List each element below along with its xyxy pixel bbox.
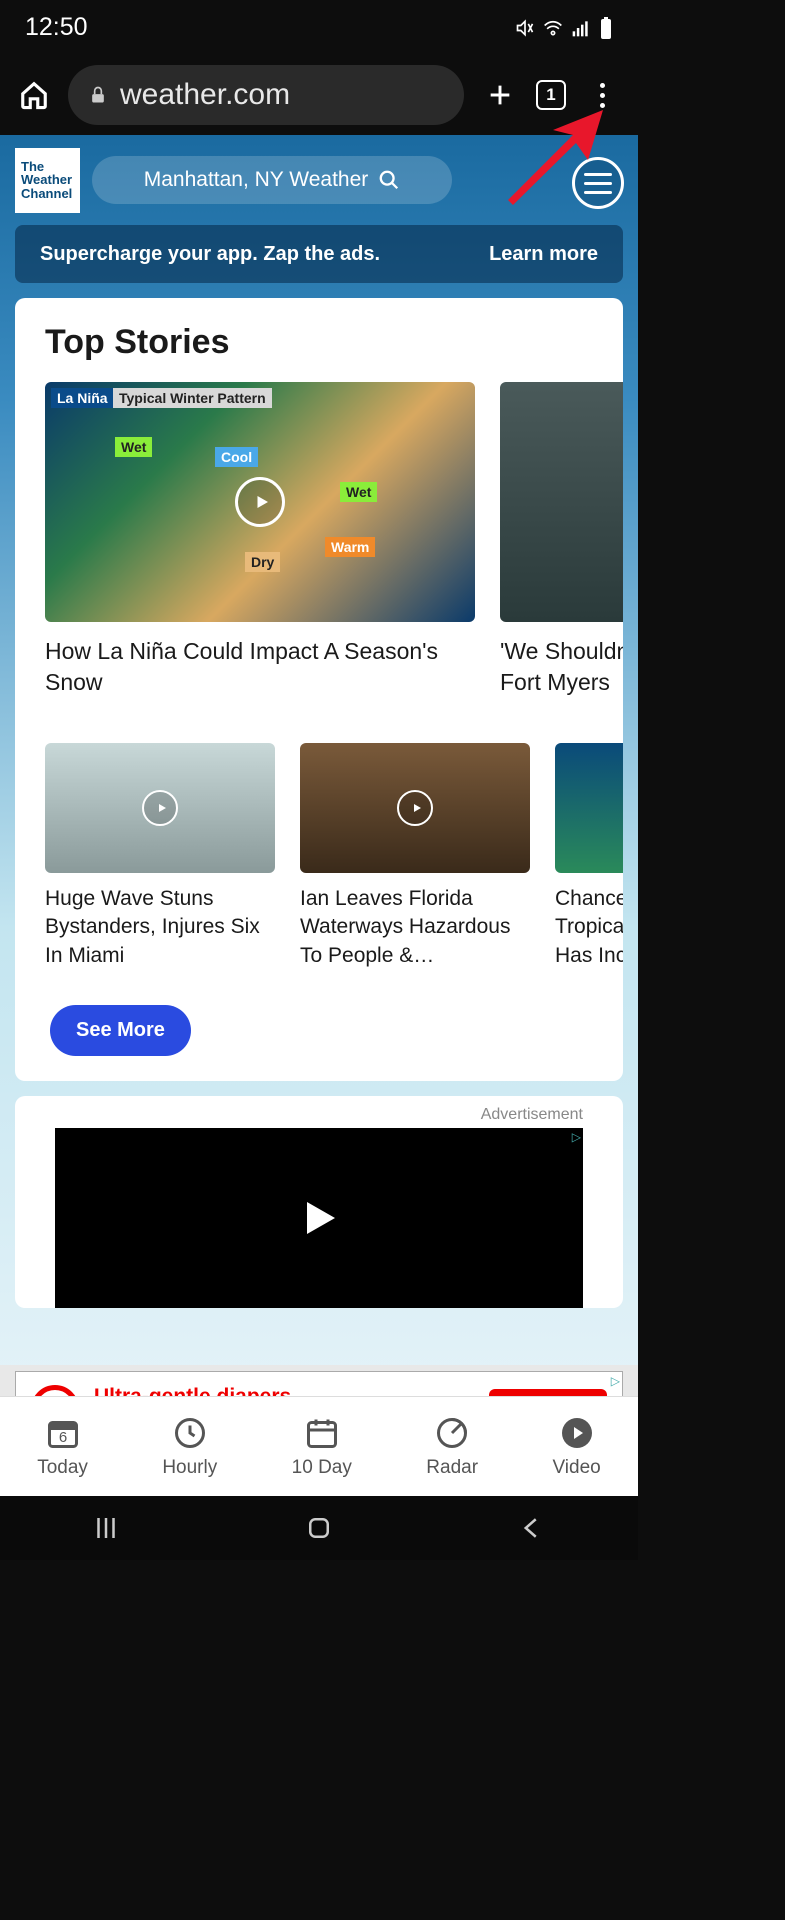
adchoices-icon[interactable]: ▷ xyxy=(572,1130,581,1144)
story-item[interactable]: Chance Tropica Has Inc xyxy=(555,743,623,970)
calendar-today-icon: 6 xyxy=(45,1415,81,1451)
story-title: Huge Wave Stuns Bystanders, Injures Six … xyxy=(45,885,275,970)
story-thumbnail: La Niña Typical Winter Pattern Wet Cool … xyxy=(45,382,475,622)
status-time: 12:50 xyxy=(25,13,88,42)
promo-text: Supercharge your app. Zap the ads. xyxy=(40,243,380,266)
top-stories-heading: Top Stories xyxy=(15,323,623,362)
story-item[interactable]: Huge Wave Stuns Bystanders, Injures Six … xyxy=(45,743,275,970)
calendar-icon xyxy=(304,1415,340,1451)
play-icon xyxy=(295,1194,343,1242)
search-text: Manhattan, NY Weather xyxy=(144,168,369,192)
lock-icon xyxy=(88,85,108,105)
ad-card: Advertisement ▷ xyxy=(15,1096,623,1308)
ad-label: Advertisement xyxy=(55,1106,583,1124)
nav-video[interactable]: Video xyxy=(552,1415,600,1479)
tabs-button[interactable]: 1 xyxy=(536,80,566,110)
story-item[interactable]: 'We Shouldn Fort Myers xyxy=(500,382,623,698)
story-title: Ian Leaves Florida Waterways Hazardous T… xyxy=(300,885,530,970)
story-title: Chance Tropica Has Inc xyxy=(555,885,623,970)
search-icon xyxy=(378,169,400,191)
story-thumbnail xyxy=(500,382,623,622)
story-thumbnail xyxy=(300,743,530,873)
clock-icon xyxy=(172,1415,208,1451)
site-menu-button[interactable] xyxy=(572,157,624,209)
android-nav-bar xyxy=(0,1496,638,1560)
story-title: How La Niña Could Impact A Season's Snow xyxy=(45,636,475,698)
see-more-button[interactable]: See More xyxy=(50,1005,191,1056)
android-status-bar: 12:50 xyxy=(0,0,638,55)
play-icon xyxy=(235,477,285,527)
location-search[interactable]: Manhattan, NY Weather xyxy=(92,156,452,204)
ad-video[interactable]: ▷ xyxy=(55,1128,583,1308)
promo-cta: Learn more xyxy=(489,243,598,266)
story-item[interactable]: La Niña Typical Winter Pattern Wet Cool … xyxy=(45,382,475,698)
browser-menu-button[interactable] xyxy=(584,77,620,113)
promo-banner[interactable]: Supercharge your app. Zap the ads. Learn… xyxy=(15,225,623,283)
small-stories-row[interactable]: Huge Wave Stuns Bystanders, Injures Six … xyxy=(15,743,623,970)
home-icon xyxy=(19,80,49,110)
address-bar[interactable]: weather.com xyxy=(68,65,464,125)
site-bottom-nav: 6 Today Hourly 10 Day Radar Video xyxy=(0,1396,638,1496)
url-text: weather.com xyxy=(120,78,290,112)
mute-icon xyxy=(515,18,535,38)
main-stories-row[interactable]: La Niña Typical Winter Pattern Wet Cool … xyxy=(15,382,623,698)
story-thumbnail xyxy=(555,743,623,873)
story-thumbnail xyxy=(45,743,275,873)
top-stories-card: Top Stories La Niña Typical Winter Patte… xyxy=(15,298,623,1081)
recents-button[interactable] xyxy=(91,1513,121,1543)
signal-icon xyxy=(571,18,591,38)
play-icon xyxy=(142,790,178,826)
radar-icon xyxy=(434,1415,470,1451)
webpage-content: The Weather Channel Manhattan, NY Weathe… xyxy=(0,135,638,1455)
video-play-icon xyxy=(559,1415,595,1451)
site-header: The Weather Channel Manhattan, NY Weathe… xyxy=(0,135,638,225)
adchoices-icon[interactable]: ▷ xyxy=(611,1374,620,1388)
chrome-toolbar: weather.com 1 xyxy=(0,55,638,135)
back-button[interactable] xyxy=(517,1513,547,1543)
plus-icon xyxy=(486,81,514,109)
new-tab-button[interactable] xyxy=(482,77,518,113)
battery-icon xyxy=(599,17,613,39)
weather-channel-logo[interactable]: The Weather Channel xyxy=(15,148,80,213)
story-item[interactable]: Ian Leaves Florida Waterways Hazardous T… xyxy=(300,743,530,970)
browser-home-button[interactable] xyxy=(18,79,50,111)
status-icons xyxy=(515,17,613,39)
svg-text:6: 6 xyxy=(58,1429,66,1446)
menu-dots-icon xyxy=(600,83,605,88)
play-icon xyxy=(397,790,433,826)
nav-10day[interactable]: 10 Day xyxy=(292,1415,352,1479)
home-button[interactable] xyxy=(304,1513,334,1543)
tab-count: 1 xyxy=(546,85,555,105)
wifi-icon xyxy=(543,18,563,38)
nav-hourly[interactable]: Hourly xyxy=(162,1415,217,1479)
story-title: 'We Shouldn Fort Myers xyxy=(500,636,623,698)
nav-today[interactable]: 6 Today xyxy=(37,1415,88,1479)
nav-radar[interactable]: Radar xyxy=(426,1415,478,1479)
